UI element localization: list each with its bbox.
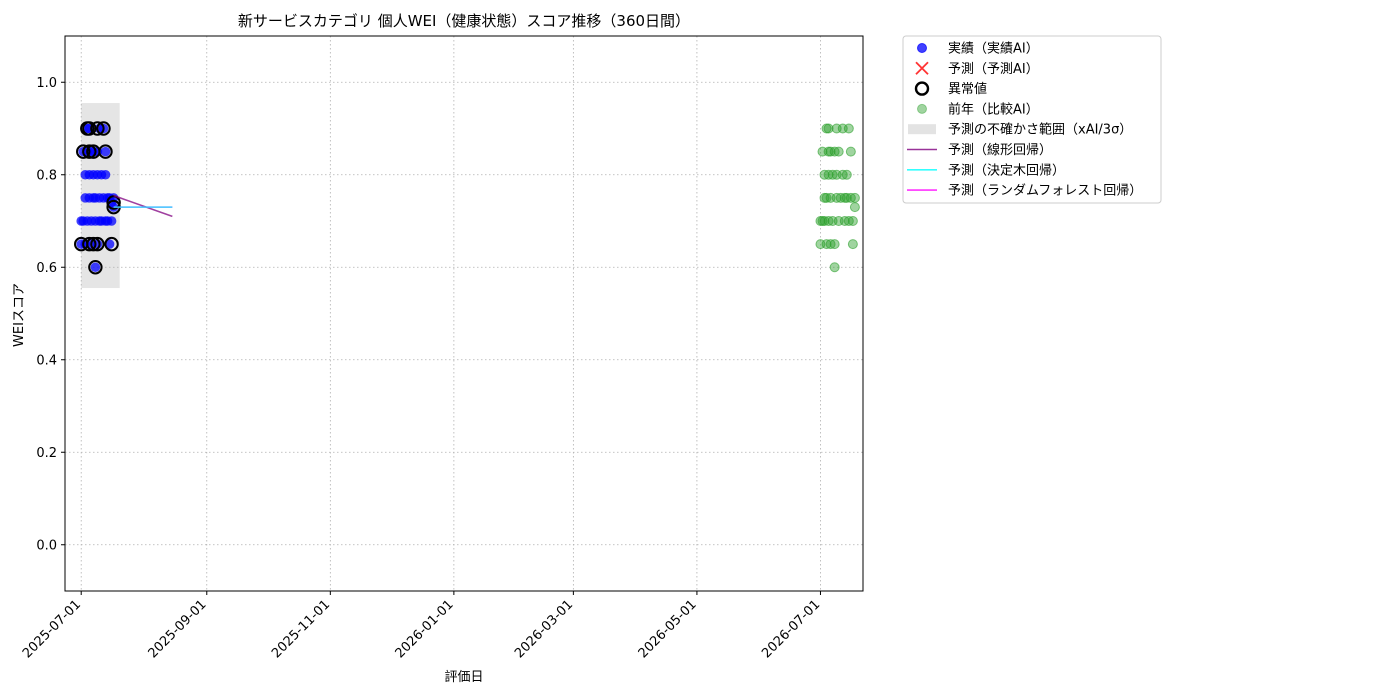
prev-year-point [849,192,860,203]
legend-label-tree: 予測（決定木回帰） [948,162,1065,178]
legend: 実績（実績AI） 予測（予測AI） 異常値前年（比較AI） 予測の不確かさ範囲（xAI… [902,35,1162,204]
prev-year-series [815,123,860,273]
x-axis-ticks: 2025-07-01 2025-09-01 2025-11-01 2026-01-01… [20,591,823,661]
prev-year-point [847,239,858,250]
y-tick-label: 0.6 [36,261,57,276]
prev-year-point [847,216,858,226]
chart-figure: 2025-07-01 2025-09-01 2025-11-01 2026-01-01… [0,0,1400,700]
legend-marker-actual [917,43,927,53]
y-tick-label: 0.4 [36,353,57,368]
legend-label-actual: 実績（実績AI） [948,41,1039,57]
chart-svg: 2025-07-01 2025-09-01 2025-11-01 2026-01-01… [12,12,1162,685]
prev-year-point [843,123,854,134]
y-axis-label: WEIスコア [12,283,27,347]
actual-point [90,262,101,273]
legend-label-outlier: 異常値 [948,81,987,97]
grid-layer [65,36,863,591]
y-tick-label: 0.8 [36,168,57,183]
x-tick-label: 2026-01-01 [393,597,457,661]
prev-year-point [845,146,856,157]
y-tick-label: 0.0 [36,538,57,553]
chart-title: 新サービスカテゴリ 個人WEI（健康状態）スコア推移（360日間） [238,12,690,30]
prev-year-point [833,146,844,157]
x-tick-label: 2025-09-01 [146,597,210,661]
actual-point [106,216,117,226]
x-axis-label: 評価日 [444,670,483,685]
plot-frame [64,35,864,592]
legend-marker-prev_year [917,103,927,114]
prev-year-point [829,262,840,273]
x-tick-label: 2025-11-01 [269,597,333,661]
legend-label-linear: 予測（線形回帰） [948,142,1052,158]
x-tick-label: 2026-03-01 [512,597,576,661]
x-tick-label: 2026-07-01 [759,597,823,661]
legend-label-forecast: 予測（予測AI） [948,62,1039,77]
forecast-line-linear [113,194,173,218]
legend-label-forest: 予測（ランダムフォレスト回帰） [948,183,1142,199]
prev-year-point [841,169,852,180]
legend-label-prev_year: 前年（比較AI） [948,101,1039,117]
actual-point [100,146,111,157]
y-tick-label: 0.2 [36,446,57,461]
x-tick-label: 2026-05-01 [636,597,700,661]
forecast-lines-layer [113,194,173,218]
prev-year-point [829,239,840,250]
legend-label-band: 予測の不確かさ範囲（xAI/3σ） [948,122,1132,138]
actual-point [100,169,111,180]
y-tick-label: 1.0 [36,76,57,91]
legend-marker-band [908,124,936,135]
y-axis-ticks: 0.0 0.2 0.4 0.6 0.8 1.0 [36,76,65,553]
prev-year-point [849,202,860,213]
x-tick-label: 2025-07-01 [20,597,84,661]
